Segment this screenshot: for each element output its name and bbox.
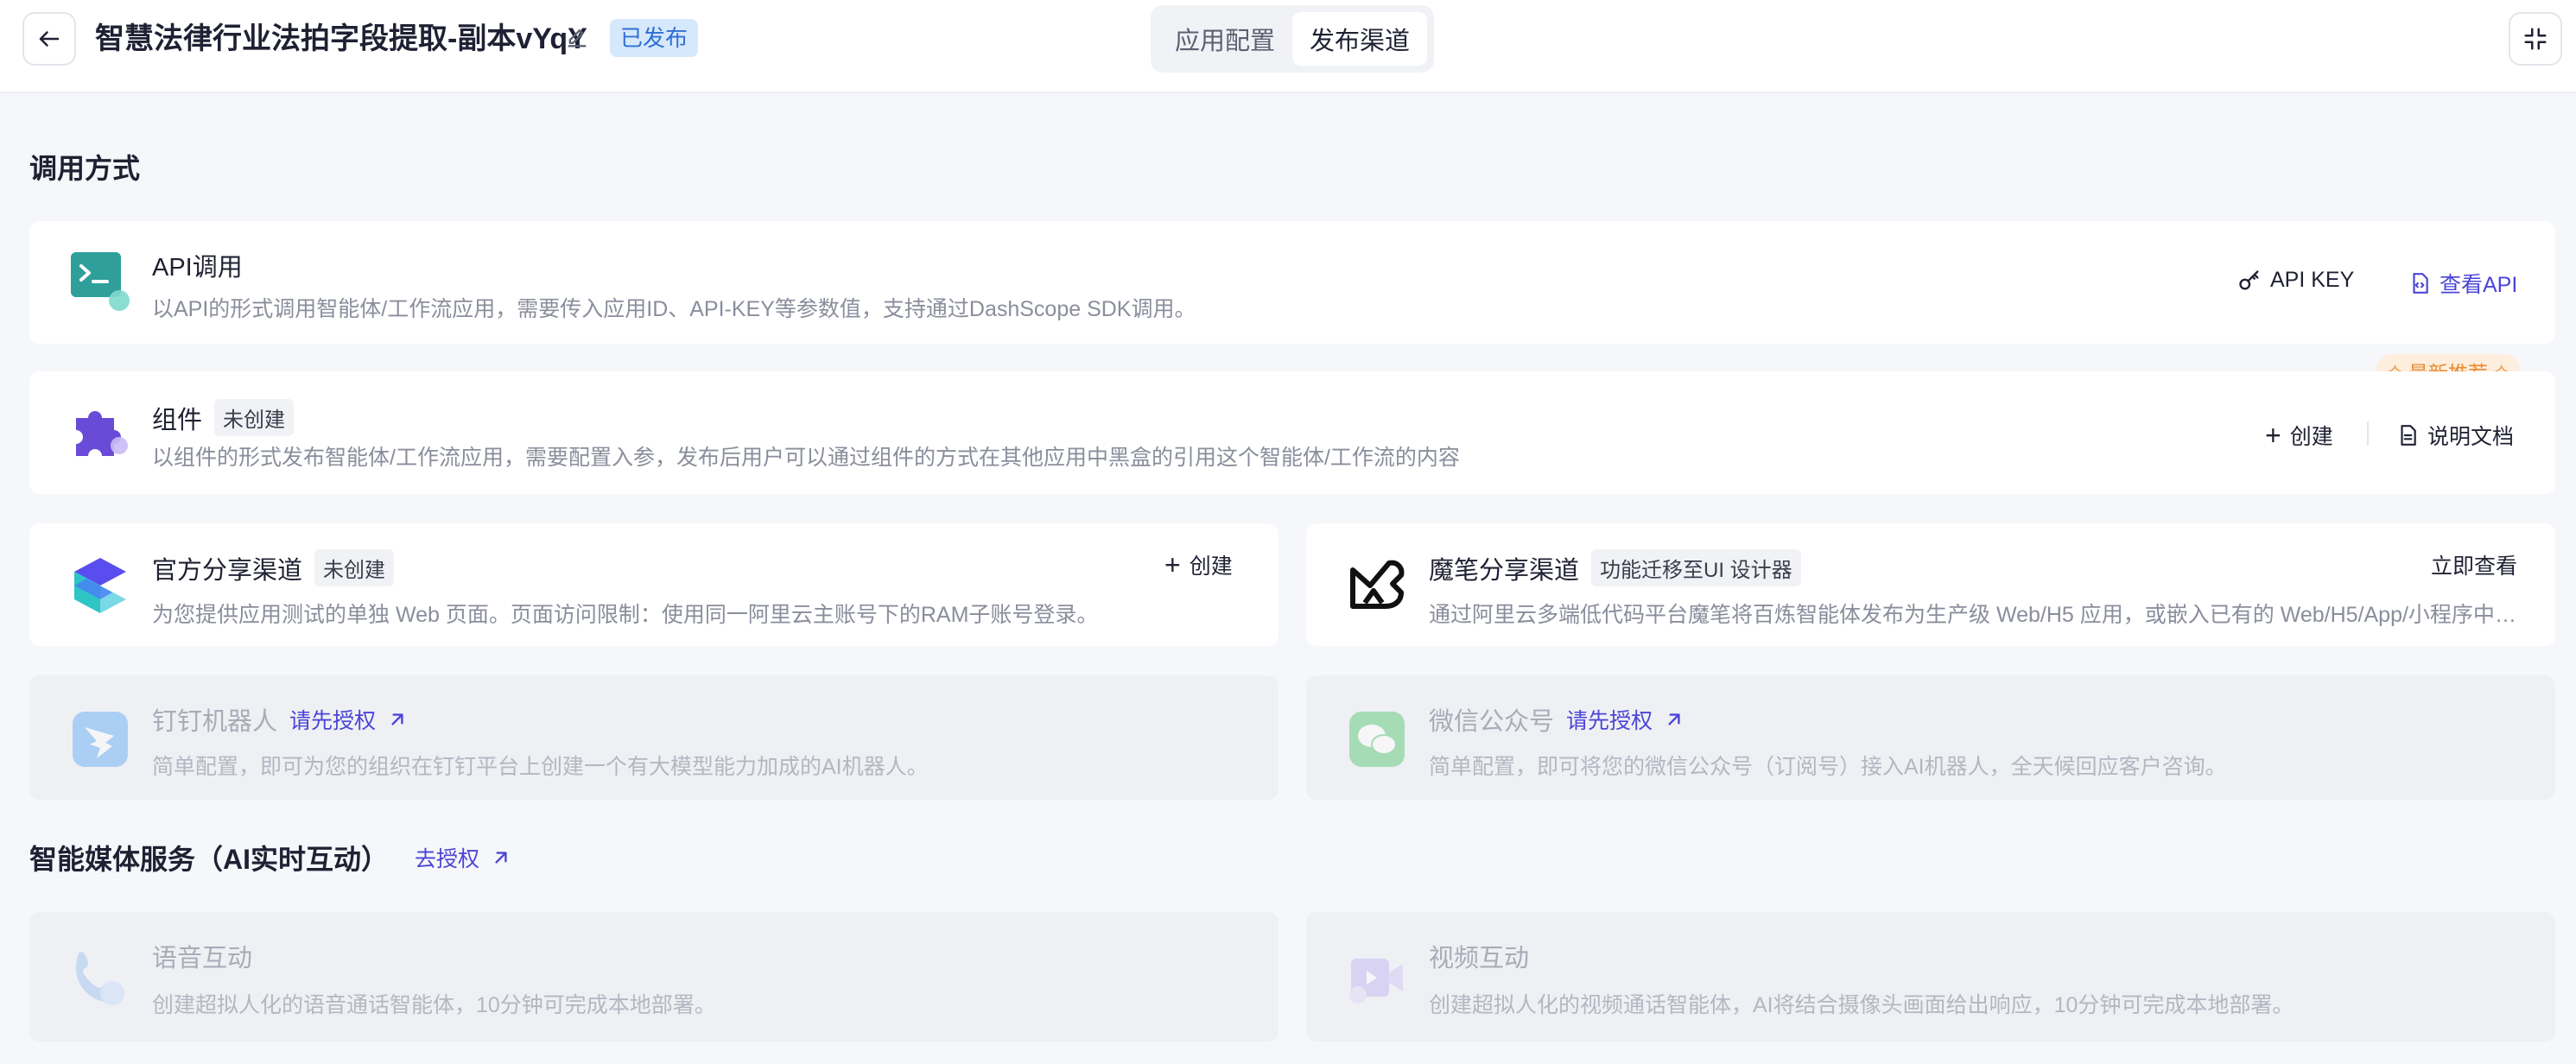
video-card: 视频互动 创建超拟人化的视频通话智能体，AI将结合摄像头画面给出响应，10分钟可… — [1306, 912, 2555, 1042]
component-create-button[interactable]: + 创建 — [2265, 420, 2333, 451]
dingtalk-auth-link[interactable]: 请先授权 — [289, 704, 409, 735]
component-title-text: 组件 — [152, 406, 203, 434]
mobi-view-button[interactable]: 立即查看 — [2431, 549, 2517, 580]
view-api-button[interactable]: 查看API — [2408, 268, 2517, 299]
tab-app-config[interactable]: 应用配置 — [1158, 12, 1292, 66]
component-create-label: 创建 — [2289, 425, 2333, 449]
voice-desc: 创建超拟人化的语音通话智能体，10分钟可完成本地部署。 — [152, 993, 716, 1017]
back-button[interactable] — [22, 12, 76, 66]
wechat-icon — [1349, 712, 1405, 767]
tab-publish-channels[interactable]: 发布渠道 — [1292, 12, 1427, 66]
dingtalk-title-text: 钉钉机器人 — [152, 708, 278, 736]
arrow-up-right-icon — [1668, 713, 1680, 725]
wechat-desc: 简单配置，即可将您的微信公众号（订阅号）接入AI机器人，全天候回应客户咨询。 — [1429, 755, 2227, 779]
tab-group: 应用配置 发布渠道 — [1151, 5, 1434, 73]
video-title-text: 视频互动 — [1429, 945, 1530, 972]
collapse-button[interactable] — [2509, 12, 2562, 66]
video-desc: 创建超拟人化的视频通话智能体，AI将结合摄像头画面给出响应，10分钟可完成本地部… — [1429, 993, 2294, 1017]
dingtalk-icon — [73, 712, 128, 767]
official-share-title: 官方分享渠道 未创建 — [152, 549, 395, 586]
voice-card: 语音互动 创建超拟人化的语音通话智能体，10分钟可完成本地部署。 — [29, 912, 1278, 1042]
official-share-title-text: 官方分享渠道 — [152, 556, 303, 585]
media-auth-link[interactable]: 去授权 — [415, 842, 512, 873]
phone-icon — [76, 952, 124, 1005]
voice-title-text: 语音互动 — [152, 945, 253, 972]
official-share-create-button[interactable]: + 创建 — [1164, 549, 1233, 580]
terminal-icon — [71, 252, 130, 311]
top-bar: 智慧法律行业法拍字段提取-副本vYqY 已发布 应用配置 发布渠道 — [0, 0, 2576, 93]
mobi-view-label: 立即查看 — [2431, 554, 2518, 579]
mobi-share-card: 魔笔分享渠道 功能迁移至UI 设计器 通过阿里云多端低代码平台魔笔将百炼智能体发… — [1306, 523, 2555, 646]
mobi-share-desc: 通过阿里云多端低代码平台魔笔将百炼智能体发布为生产级 Web/H5 应用，或嵌入… — [1429, 603, 2533, 627]
section-title-media-text: 智能媒体服务（AI实时互动） — [29, 844, 390, 875]
official-share-status-tag: 未创建 — [314, 549, 395, 586]
plus-icon: + — [2265, 420, 2281, 451]
api-key-button[interactable]: API KEY — [2237, 268, 2354, 293]
official-share-card: 官方分享渠道 未创建 为您提供应用测试的单独 Web 页面。页面访问限制：使用同… — [29, 523, 1278, 646]
component-desc: 以组件的形式发布智能体/工作流应用，需要配置入参，发布后用户可以通过组件的方式在… — [152, 446, 1460, 470]
code-doc-icon — [2413, 273, 2428, 294]
component-docs-button[interactable]: 说明文档 — [2396, 420, 2514, 451]
dingtalk-title: 钉钉机器人 请先授权 — [152, 701, 409, 738]
wechat-title-text: 微信公众号 — [1429, 708, 1555, 736]
puzzle-icon — [76, 411, 128, 456]
arrow-up-right-icon — [391, 713, 403, 725]
dingtalk-card: 钉钉机器人 请先授权 简单配置，即可为您的组织在钉钉平台上创建一个有大模型能力加… — [29, 675, 1278, 800]
video-title: 视频互动 — [1429, 938, 1529, 974]
mobi-share-title: 魔笔分享渠道 功能迁移至UI 设计器 — [1429, 549, 1801, 586]
wechat-title: 微信公众号 请先授权 — [1429, 701, 1685, 738]
view-api-label: 查看API — [2440, 273, 2518, 297]
api-title-text: API调用 — [152, 254, 243, 282]
official-share-create-label: 创建 — [1189, 554, 1233, 579]
dingtalk-auth-label: 请先授权 — [289, 709, 377, 733]
api-title: API调用 — [152, 247, 243, 283]
arrow-left-icon — [39, 31, 60, 47]
arrow-up-right-icon — [495, 852, 507, 864]
dingtalk-desc: 简单配置，即可为您的组织在钉钉平台上创建一个有大模型能力加成的AI机器人。 — [152, 755, 929, 779]
component-title: 组件 未创建 — [152, 399, 295, 436]
document-icon — [2401, 425, 2416, 446]
action-divider — [2367, 421, 2369, 446]
official-share-desc: 为您提供应用测试的单独 Web 页面。页面访问限制：使用同一阿里云主账号下的RA… — [152, 603, 1099, 627]
mobi-logo-icon — [1350, 560, 1405, 609]
mobi-share-title-text: 魔笔分享渠道 — [1429, 556, 1580, 585]
plus-icon: + — [1164, 549, 1181, 580]
video-icon — [1349, 959, 1403, 1004]
key-icon — [2239, 269, 2259, 289]
component-status-tag: 未创建 — [214, 399, 295, 436]
section-title-media: 智能媒体服务（AI实时互动） 去授权 — [29, 838, 512, 877]
wechat-card: 微信公众号 请先授权 简单配置，即可将您的微信公众号（订阅号）接入AI机器人，全… — [1306, 675, 2555, 800]
component-docs-label: 说明文档 — [2427, 425, 2515, 449]
pencil-icon[interactable] — [565, 26, 589, 50]
status-badge: 已发布 — [610, 19, 699, 57]
api-card: API调用 以API的形式调用智能体/工作流应用，需要传入应用ID、API-KE… — [29, 221, 2555, 344]
section-title-invoke: 调用方式 — [29, 153, 141, 184]
media-auth-label: 去授权 — [415, 847, 480, 871]
wechat-auth-label: 请先授权 — [1566, 709, 1653, 733]
bailian-logo-icon — [74, 558, 126, 613]
component-card: 组件 未创建 以组件的形式发布智能体/工作流应用，需要配置入参，发布后用户可以通… — [29, 371, 2555, 494]
api-desc: 以API的形式调用智能体/工作流应用，需要传入应用ID、API-KEY等参数值，… — [152, 297, 1196, 321]
mobi-share-tag: 功能迁移至UI 设计器 — [1591, 549, 1801, 586]
api-key-label: API KEY — [2270, 268, 2355, 292]
minimize-icon — [2524, 28, 2547, 50]
wechat-auth-link[interactable]: 请先授权 — [1566, 704, 1685, 735]
app-title: 智慧法律行业法拍字段提取-副本vYqY — [95, 22, 587, 55]
voice-title: 语音互动 — [152, 938, 252, 974]
